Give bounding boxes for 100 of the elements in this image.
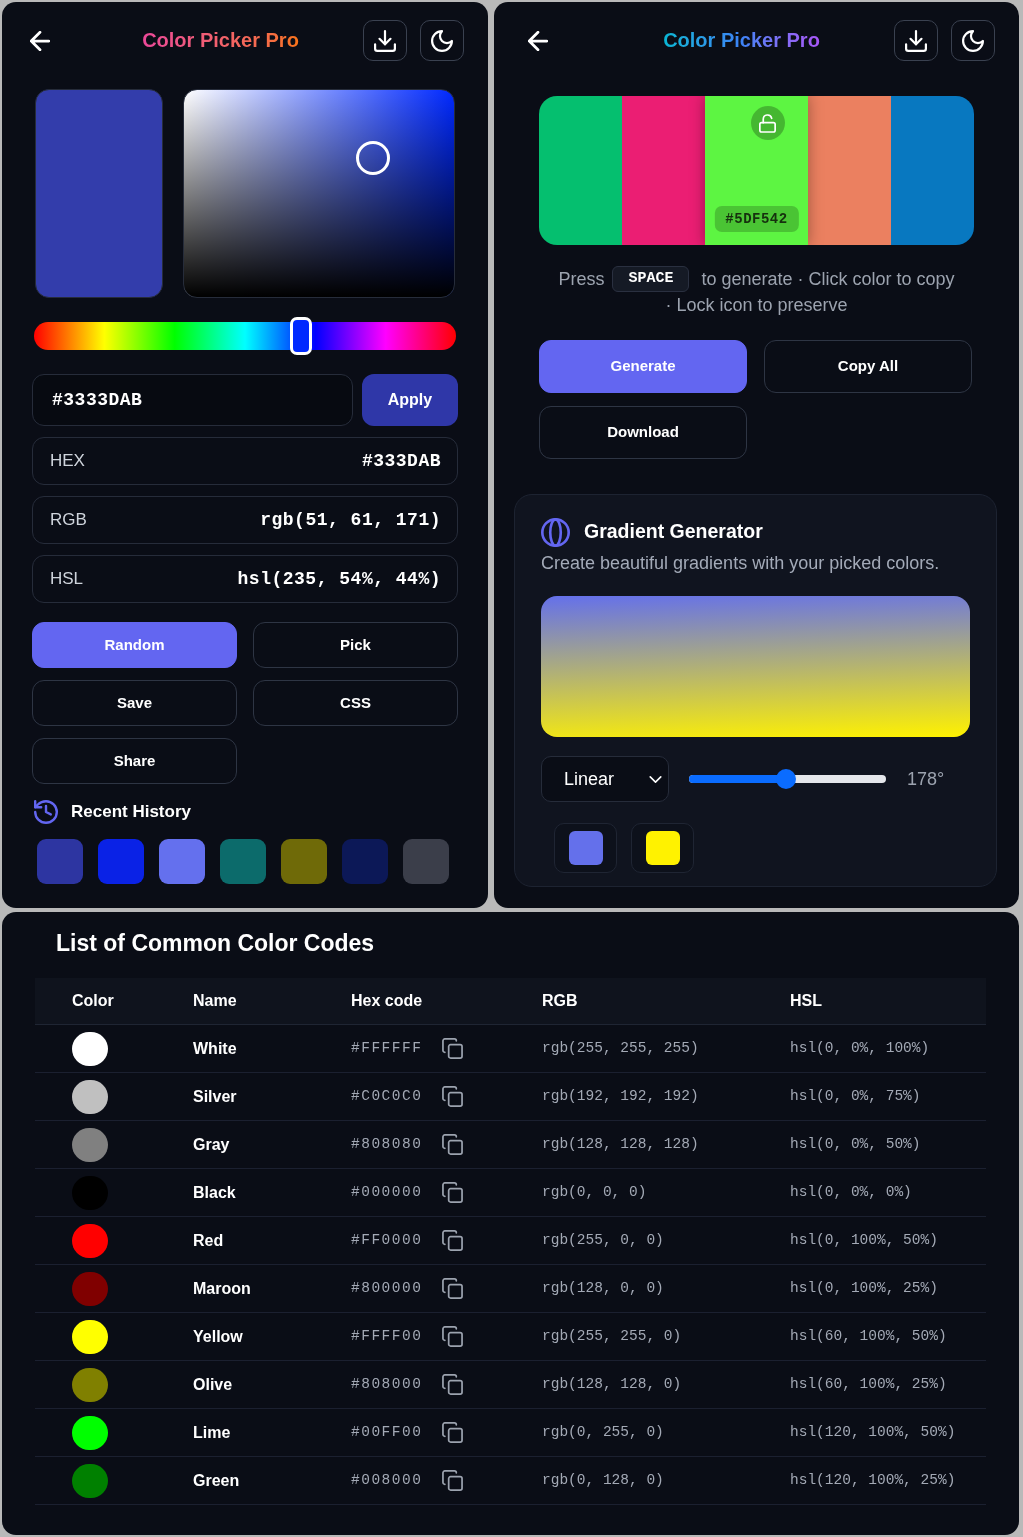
hsl-value: hsl(120, 100%, 50%) [790, 1422, 957, 1442]
hint-text: · Lock icon to preserve [665, 295, 848, 315]
hex-code: #FFFF00 [351, 1326, 423, 1346]
color-name: Lime [193, 1422, 232, 1443]
hsl-value: hsl(0, 0%, 100%) [790, 1038, 931, 1058]
table-title: List of Common Color Codes [55, 929, 376, 957]
back-arrow-icon[interactable] [30, 30, 50, 51]
history-icon [34, 800, 58, 824]
palette-color[interactable] [891, 96, 974, 245]
rgb-value: rgb(0, 0, 0) [542, 1182, 648, 1202]
hue-slider[interactable] [34, 317, 456, 355]
column-header: Hex code [351, 991, 424, 1011]
hex-code: #00FF00 [351, 1422, 423, 1442]
copy-icon[interactable] [442, 1278, 464, 1299]
palette-color[interactable] [621, 96, 705, 245]
hex-input[interactable]: #3333DAB [32, 374, 353, 426]
color-name: Black [193, 1182, 237, 1203]
rgb-value: rgb(255, 255, 255) [542, 1038, 700, 1058]
theme-toggle-button[interactable] [951, 20, 995, 61]
copy-icon[interactable] [442, 1230, 464, 1251]
apply-button[interactable]: Apply [362, 374, 458, 426]
card-description: Create beautiful gradients with your picked colors. [541, 552, 941, 574]
hex-code: #FF0000 [351, 1230, 423, 1250]
rgb-value: rgb(0, 255, 0) [542, 1422, 665, 1442]
format-value: rgb(51, 61, 171) [260, 508, 441, 532]
color-name: White [193, 1038, 238, 1059]
picker-marker[interactable] [356, 141, 391, 176]
chevron-down-icon [649, 775, 662, 783]
hue-slider-thumb[interactable] [290, 317, 312, 355]
hsl-value: hsl(120, 100%, 25%) [790, 1470, 957, 1490]
copy-icon[interactable] [442, 1470, 464, 1491]
rgb-value: rgb(255, 0, 0) [542, 1230, 665, 1250]
history-swatch[interactable] [342, 839, 388, 884]
format-label: RGB [50, 509, 87, 532]
format-value: #333DAB [361, 449, 441, 473]
hex-code: #FFFFFF [351, 1038, 423, 1058]
history-swatch[interactable] [37, 839, 83, 884]
card-title: Gradient Generator [584, 519, 763, 545]
action-button[interactable]: Save [32, 680, 237, 726]
hex-code: #000000 [351, 1182, 423, 1202]
color-stop-button[interactable] [554, 823, 617, 873]
rgb-value: rgb(192, 192, 192) [542, 1086, 700, 1106]
column-header: Name [193, 991, 238, 1011]
rgb-value: rgb(0, 128, 0) [542, 1470, 665, 1490]
copy-icon[interactable] [442, 1182, 464, 1203]
color-stop-button[interactable] [631, 823, 694, 873]
color-name: Yellow [193, 1326, 244, 1347]
hex-label: #5DF542 [714, 206, 799, 232]
copy-icon[interactable] [442, 1038, 464, 1059]
color-name: Green [193, 1470, 241, 1491]
palette-color[interactable] [808, 96, 892, 245]
palette-color[interactable] [539, 96, 622, 245]
hint-text: to generate · Click color to copy [701, 268, 955, 291]
copy-icon[interactable] [442, 1422, 464, 1443]
action-button[interactable]: Random [32, 622, 237, 668]
copy-icon[interactable] [442, 1374, 464, 1395]
history-swatch[interactable] [159, 839, 205, 884]
theme-toggle-button[interactable] [420, 20, 464, 61]
hsl-value: hsl(60, 100%, 50%) [790, 1326, 948, 1346]
saturation-brightness-field[interactable] [183, 89, 455, 298]
hsl-value: hsl(0, 0%, 75%) [790, 1086, 922, 1106]
column-header: RGB [542, 991, 579, 1011]
rgb-value: rgb(128, 128, 0) [542, 1374, 683, 1394]
gradient-type-dropdown[interactable]: Linear [541, 756, 669, 802]
rgb-value: rgb(128, 128, 128) [542, 1134, 700, 1154]
history-swatch[interactable] [403, 839, 449, 884]
action-button[interactable]: Generate [539, 340, 747, 393]
hex-code: #C0C0C0 [351, 1086, 423, 1106]
copy-icon[interactable] [442, 1086, 464, 1107]
action-button[interactable]: Share [32, 738, 237, 784]
hex-code: #808000 [351, 1374, 423, 1394]
angle-slider-thumb[interactable] [776, 769, 797, 789]
moon-icon [962, 29, 984, 52]
column-header: Color [72, 991, 115, 1011]
hint-text: Press [558, 268, 605, 291]
download-button[interactable] [894, 20, 938, 61]
format-value: hsl(235, 54%, 44%) [237, 567, 441, 591]
hsl-value: hsl(0, 100%, 25%) [790, 1278, 939, 1298]
palette-color[interactable]: #5DF542 [704, 96, 809, 245]
history-swatch[interactable] [220, 839, 266, 884]
rgb-value: rgb(128, 0, 0) [542, 1278, 665, 1298]
angle-slider[interactable] [689, 769, 886, 789]
back-arrow-icon[interactable] [528, 30, 548, 51]
history-swatch[interactable] [98, 839, 144, 884]
copy-icon[interactable] [442, 1134, 464, 1155]
action-button[interactable]: CSS [253, 680, 458, 726]
action-button[interactable]: Download [539, 406, 747, 459]
sphere-icon [541, 517, 570, 547]
hsl-value: hsl(0, 0%, 0%) [790, 1182, 913, 1202]
history-swatch[interactable] [281, 839, 327, 884]
copy-icon[interactable] [442, 1326, 464, 1347]
column-header: HSL [790, 991, 823, 1011]
download-button[interactable] [363, 20, 407, 61]
color-name: Gray [193, 1134, 231, 1155]
action-button[interactable]: Copy All [764, 340, 972, 393]
format-label: HEX [50, 450, 85, 473]
download-icon [905, 29, 927, 52]
color-name: Olive [193, 1374, 234, 1395]
lock-button[interactable] [750, 106, 785, 140]
action-button[interactable]: Pick [253, 622, 458, 668]
